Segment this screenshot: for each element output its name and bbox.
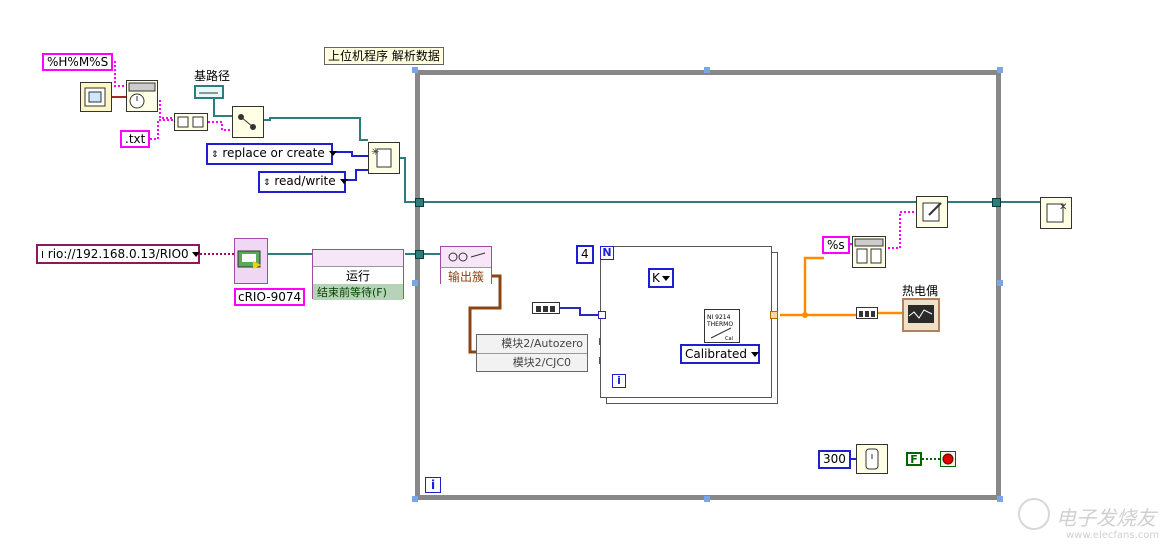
waveform-chart-icon (908, 305, 934, 323)
array-convert-node[interactable] (532, 302, 560, 314)
thermocouple-type-enum[interactable]: K (648, 268, 674, 288)
loop-count-constant[interactable]: 4 (576, 245, 594, 264)
watermark-url: www.elecfans.com (1066, 530, 1160, 541)
while-loop-handle[interactable] (704, 496, 710, 502)
format-s-constant[interactable]: %s (822, 236, 850, 254)
for-loop-output-tunnel (770, 311, 778, 319)
for-loop-iteration-terminal: i (612, 374, 626, 388)
open-file-icon: ✳ (371, 147, 392, 168)
while-loop-iteration-terminal: i (425, 477, 441, 493)
path-icon (199, 92, 218, 94)
thermocouple-chart-terminal[interactable] (902, 298, 940, 332)
concat-icon (177, 116, 204, 128)
loop-tunnel-fpga (415, 250, 424, 259)
base-path-label: 基路径 (194, 69, 231, 83)
while-loop-handle[interactable] (412, 67, 418, 73)
chevron-down-icon[interactable] (328, 151, 337, 156)
run-label: 运行 (313, 266, 403, 285)
while-loop-handle[interactable] (997, 67, 1003, 73)
svg-text:✕: ✕ (1059, 202, 1067, 213)
write-file-icon (922, 202, 942, 222)
get-datetime-node[interactable] (80, 82, 112, 112)
fpga-icon (237, 250, 261, 269)
chevron-down-icon[interactable] (191, 252, 200, 257)
svg-text:NI 9214: NI 9214 (707, 314, 731, 321)
svg-text:Cal: Cal (725, 336, 733, 342)
unbundle-by-name[interactable]: 模块2/Autozero 模块2/CJC0 (476, 334, 588, 372)
datetime-icon (84, 87, 106, 107)
stop-terminal[interactable] (940, 451, 956, 467)
watermark-text: 电子发烧友 (1056, 506, 1156, 530)
access-mode-enum[interactable]: ⇕ read/write (258, 171, 348, 193)
array-to-waveform-node[interactable] (856, 307, 878, 319)
thermocouple-convert-vi[interactable]: NI 9214 THERMO Cal (704, 309, 740, 343)
channel-cjc0[interactable]: 模块2/CJC0 (477, 354, 587, 372)
thermo-vi-icon: NI 9214 THERMO Cal (706, 314, 733, 342)
write-text-file-node[interactable] (916, 196, 948, 228)
close-file-node[interactable]: ✕ (1040, 197, 1072, 229)
watermark-logo-icon (1018, 498, 1050, 530)
fpga-open-reference-node[interactable] (234, 238, 268, 284)
svg-text:THERMO: THERMO (706, 321, 733, 328)
while-loop-handle[interactable] (412, 496, 418, 502)
io-name-icon: I (41, 250, 44, 261)
chevron-down-icon[interactable] (661, 276, 670, 281)
svg-text:✳: ✳ (371, 147, 379, 158)
loop-tunnel-file-out (992, 198, 1001, 207)
build-path-node[interactable] (232, 106, 264, 138)
build-path-icon (238, 114, 256, 130)
loop-count-terminal[interactable]: N (600, 246, 614, 260)
thermo-mode-enum[interactable]: Calibrated (680, 344, 760, 364)
spreadsheet-icon (854, 238, 884, 264)
while-loop-handle[interactable] (997, 496, 1003, 502)
loop-title: 上位机程序 解析数据 (324, 47, 444, 65)
array-to-spreadsheet-node[interactable] (852, 236, 886, 268)
thermocouple-label: 热电偶 (902, 284, 939, 298)
close-file-icon: ✕ (1046, 202, 1067, 223)
while-loop-handle[interactable] (997, 280, 1003, 286)
enum-increment-icon: ⇕ (263, 178, 271, 188)
base-path-constant[interactable] (194, 85, 224, 99)
rio-address-control[interactable]: I rio://192.168.0.13/RIO0 (36, 244, 200, 264)
txt-constant[interactable]: .txt (120, 130, 151, 148)
format-datetime-node[interactable] (126, 80, 158, 112)
stop-icon (942, 453, 954, 465)
clock-icon (128, 82, 156, 109)
array-icon (859, 311, 875, 317)
channel-autozero[interactable]: 模块2/Autozero (477, 335, 587, 354)
wait-until-done-label: 结束前等待(F) (313, 284, 403, 300)
crio-label: cRIO-9074 (234, 288, 306, 306)
watch-icon (865, 448, 879, 470)
loop-tunnel-file (415, 198, 424, 207)
array-icon (536, 306, 555, 312)
chevron-down-icon[interactable] (751, 352, 760, 357)
fifo-icon (448, 252, 486, 262)
while-loop-handle[interactable] (412, 280, 418, 286)
open-file-node[interactable]: ✳ (368, 142, 400, 174)
while-loop-handle[interactable] (704, 67, 710, 73)
output-fifo-label: 输出簇 (441, 267, 491, 285)
fifo-read-node[interactable]: 输出簇 (440, 246, 492, 285)
chevron-down-icon[interactable] (339, 179, 348, 184)
enum-increment-icon: ⇕ (211, 150, 219, 160)
wait-ms-constant[interactable]: 300 (818, 450, 851, 469)
open-mode-enum[interactable]: ⇕ replace or create (206, 143, 337, 165)
format-constant[interactable]: %H%M%S (42, 53, 114, 71)
concat-string-node[interactable] (174, 113, 208, 131)
stop-bool-constant[interactable]: F (906, 452, 922, 466)
for-loop-input-tunnel (598, 311, 606, 319)
invoke-method-run-node[interactable]: 运行 结束前等待(F) (312, 249, 404, 300)
wait-ms-node[interactable] (856, 444, 888, 474)
